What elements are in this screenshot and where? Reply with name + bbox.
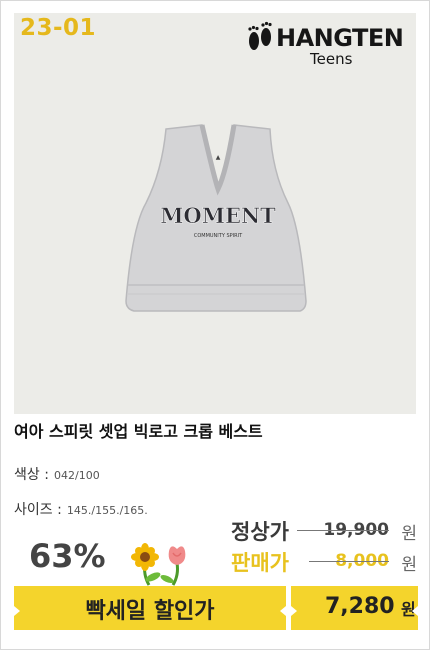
size-label: 사이즈 :	[14, 502, 62, 518]
brand-logo: HANGTEN Teens	[246, 19, 406, 71]
size-spec: 사이즈 : 145./155./165.	[14, 499, 148, 519]
product-photo[interactable]: 23-01 HANGTEN Teens ▲ MOMENT COMMUNITY S…	[14, 13, 416, 414]
final-price-box: 7,280 원	[291, 586, 418, 630]
sale-price-label: 판매가	[231, 551, 289, 575]
regular-price-label: 정상가	[231, 520, 289, 544]
vest-graphic-sub: COMMUNITY SPIRIT	[194, 233, 243, 239]
color-label: 색상 :	[14, 467, 49, 483]
sale-banner-label: 빡세일 할인가	[85, 599, 215, 624]
sale-price-row: 판매가 8,000 원	[187, 549, 417, 575]
banner-notch-mid-right	[291, 606, 297, 616]
size-value: 145./155./165.	[66, 504, 148, 517]
sale-banner-label-box: 빡세일 할인가	[14, 586, 286, 630]
sale-banner[interactable]: 빡세일 할인가 7,280 원	[14, 586, 418, 630]
brand-name: HANGTEN	[276, 24, 404, 52]
regular-price-row: 정상가 19,900 원	[187, 518, 417, 544]
regular-price-value: 19,900	[297, 520, 389, 540]
brand-sub: Teens	[310, 50, 353, 68]
banner-notch-mid-left	[280, 606, 286, 616]
svg-text:▲: ▲	[216, 154, 221, 161]
product-code: 23-01	[20, 15, 97, 41]
sale-price-value: 8,000	[309, 551, 389, 571]
sale-price-currency: 원	[401, 555, 417, 575]
color-spec: 색상 : 042/100	[14, 464, 100, 484]
regular-price-currency: 원	[401, 524, 417, 544]
product-card[interactable]: 23-01 HANGTEN Teens ▲ MOMENT COMMUNITY S…	[0, 0, 430, 650]
vest-image: ▲ MOMENT COMMUNITY SPIRIT	[125, 124, 307, 312]
banner-notch-left	[14, 606, 20, 616]
color-value: 042/100	[54, 469, 100, 482]
final-price: 7,280	[325, 594, 395, 619]
footprints-icon	[248, 21, 272, 50]
discount-rate: 63%	[29, 537, 106, 575]
banner-notch-right	[412, 606, 418, 616]
vest-graphic-text: MOMENT	[160, 203, 276, 228]
product-title[interactable]: 여아 스피릿 셋업 빅로고 크롭 베스트	[14, 418, 263, 442]
